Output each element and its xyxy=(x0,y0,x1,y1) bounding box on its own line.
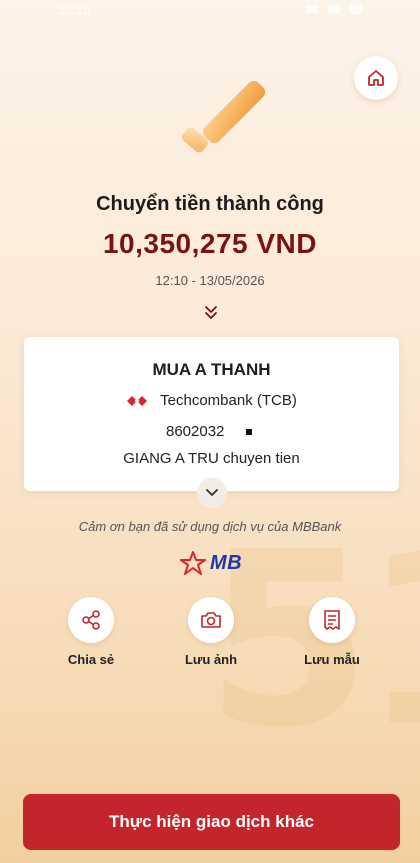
receipt-icon xyxy=(324,610,340,630)
transfer-memo: GIANG A TRU chuyen tien xyxy=(123,450,300,467)
double-chevron-down-icon[interactable] xyxy=(204,305,218,321)
share-label: Chia sẻ xyxy=(67,652,115,667)
save-image-action[interactable]: Lưu ảnh xyxy=(166,597,256,667)
save-image-label: Lưu ảnh xyxy=(184,652,238,667)
recipient-card: MUA A THANH Techcombank (TCB) 8602032 GI… xyxy=(24,337,399,491)
home-button[interactable] xyxy=(354,56,398,100)
thanks-message: Cảm ơn bạn đã sử dụng dịch vụ của MBBank xyxy=(78,519,342,534)
chevron-down-icon xyxy=(206,489,218,496)
save-template-button[interactable] xyxy=(309,597,355,643)
mb-logo-text: MB xyxy=(210,551,243,574)
share-icon xyxy=(82,610,100,630)
save-image-button[interactable] xyxy=(188,597,234,643)
redaction-mark xyxy=(246,429,253,436)
status-time: 12:10 xyxy=(58,1,91,17)
account-number-row: 8602032 xyxy=(166,423,253,440)
status-icons xyxy=(306,4,362,14)
page-title: Chuyển tiền thành công xyxy=(96,193,324,215)
transfer-datetime: 12:10 - 13/05/2026 xyxy=(155,273,265,288)
bank-row: Techcombank (TCB) xyxy=(24,392,399,409)
share-button[interactable] xyxy=(68,597,114,643)
mb-logo: MB xyxy=(180,551,242,575)
expand-details-button[interactable] xyxy=(197,478,227,508)
success-check-icon xyxy=(181,80,266,153)
techcombank-logo-icon xyxy=(127,395,148,406)
home-icon xyxy=(368,70,384,86)
transfer-amount: 10,350,275 VND xyxy=(102,228,318,259)
status-bar: 12:10 xyxy=(0,0,420,18)
new-transaction-button[interactable]: Thực hiện giao dịch khác xyxy=(23,794,400,850)
account-number: 8602032 xyxy=(166,423,225,440)
save-template-action[interactable]: Lưu mẫu xyxy=(287,597,377,667)
bank-name: Techcombank (TCB) xyxy=(160,392,297,409)
recipient-name: MUA A THANH xyxy=(152,360,271,379)
mb-star-icon xyxy=(180,551,206,575)
share-action[interactable]: Chia sẻ xyxy=(46,597,136,667)
save-template-label: Lưu mẫu xyxy=(304,652,360,667)
camera-icon xyxy=(201,612,221,628)
